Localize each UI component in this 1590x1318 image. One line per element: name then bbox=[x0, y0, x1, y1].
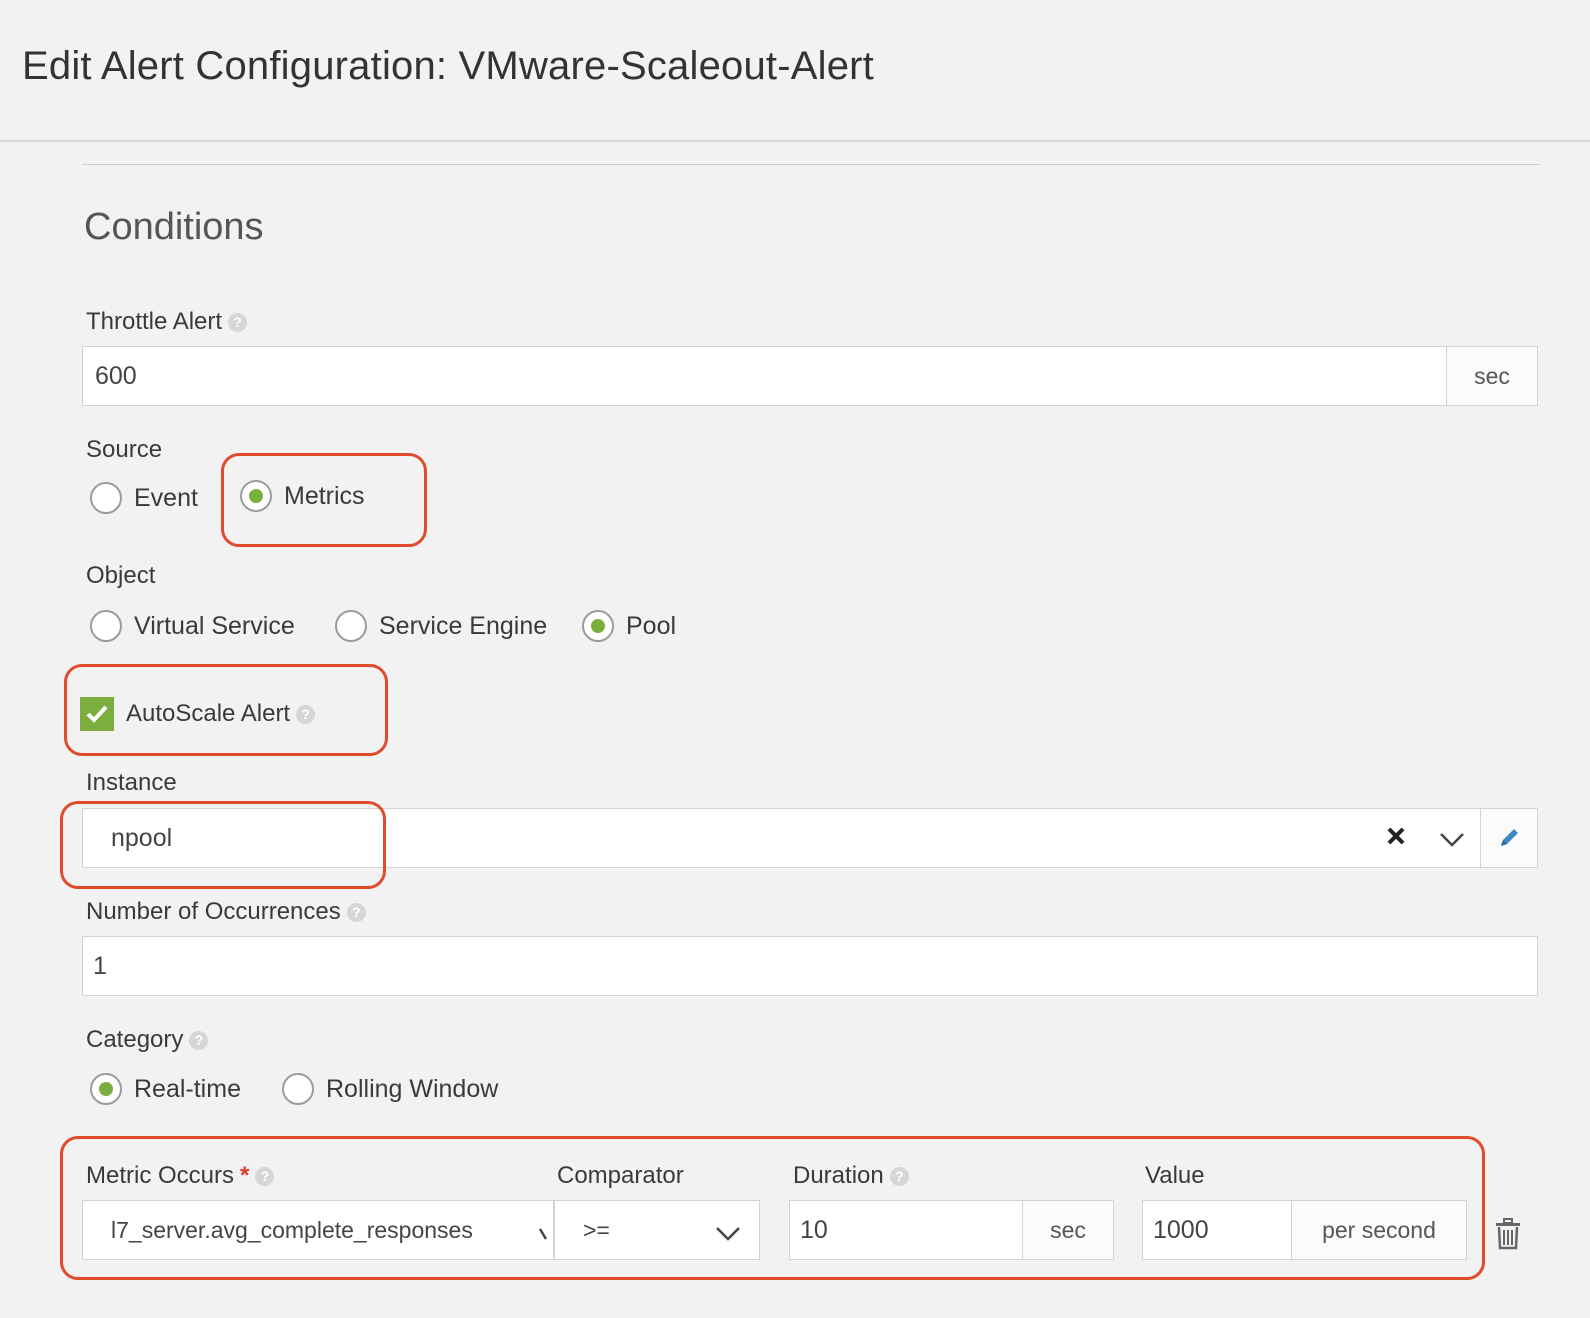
source-radio-event[interactable]: Event bbox=[90, 482, 198, 514]
radio-circle[interactable] bbox=[282, 1073, 314, 1105]
clear-icon[interactable] bbox=[1385, 825, 1407, 854]
help-icon[interactable]: ? bbox=[228, 313, 248, 333]
radio-label: Event bbox=[134, 483, 198, 512]
page-title: Edit Alert Configuration: VMware-Scaleou… bbox=[22, 44, 874, 88]
category-label: Category? bbox=[86, 1026, 209, 1054]
radio-circle-selected[interactable] bbox=[582, 610, 614, 642]
header-divider bbox=[0, 140, 1590, 142]
radio-label: Virtual Service bbox=[134, 611, 295, 640]
radio-label: Real-time bbox=[134, 1074, 241, 1103]
throttle-unit: sec bbox=[1446, 347, 1537, 405]
category-radio-rolling-window[interactable]: Rolling Window bbox=[282, 1073, 498, 1105]
highlight-box-autoscale bbox=[64, 664, 388, 756]
occurrences-label: Number of Occurrences? bbox=[86, 898, 366, 926]
radio-circle[interactable] bbox=[335, 610, 367, 642]
category-label-text: Category bbox=[86, 1026, 184, 1053]
object-radio-virtual-service[interactable]: Virtual Service bbox=[90, 610, 295, 642]
occurrences-value: 1 bbox=[93, 951, 107, 980]
pencil-icon bbox=[1501, 829, 1518, 846]
throttle-alert-label-text: Throttle Alert bbox=[86, 308, 223, 335]
section-title: Conditions bbox=[84, 206, 264, 248]
radio-circle-selected[interactable] bbox=[90, 1073, 122, 1105]
highlight-box-metrics bbox=[221, 453, 427, 547]
category-radio-real-time[interactable]: Real-time bbox=[90, 1073, 241, 1105]
occurrences-input[interactable]: 1 bbox=[82, 936, 1538, 996]
object-radio-pool[interactable]: Pool bbox=[582, 610, 676, 642]
help-icon[interactable]: ? bbox=[346, 903, 366, 923]
instance-label: Instance bbox=[86, 769, 177, 796]
chevron-down-icon[interactable] bbox=[1439, 827, 1465, 856]
throttle-alert-input[interactable]: 600 sec bbox=[82, 346, 1538, 406]
highlight-box-metric-row bbox=[60, 1136, 1485, 1280]
throttle-alert-value: 600 bbox=[95, 361, 137, 390]
radio-label: Rolling Window bbox=[326, 1074, 499, 1103]
throttle-alert-label: Throttle Alert? bbox=[86, 308, 248, 336]
edit-button[interactable] bbox=[1480, 809, 1537, 867]
object-label: Object bbox=[86, 562, 156, 589]
section-divider bbox=[82, 164, 1540, 165]
help-icon[interactable]: ? bbox=[189, 1031, 209, 1051]
occurrences-label-text: Number of Occurrences bbox=[86, 898, 341, 925]
radio-label: Service Engine bbox=[379, 611, 548, 640]
object-radio-service-engine[interactable]: Service Engine bbox=[335, 610, 547, 642]
radio-label: Pool bbox=[626, 611, 677, 640]
radio-circle[interactable] bbox=[90, 610, 122, 642]
radio-circle[interactable] bbox=[90, 482, 122, 514]
highlight-box-instance bbox=[60, 801, 386, 889]
trash-icon[interactable] bbox=[1494, 1218, 1522, 1255]
source-label: Source bbox=[86, 436, 163, 463]
